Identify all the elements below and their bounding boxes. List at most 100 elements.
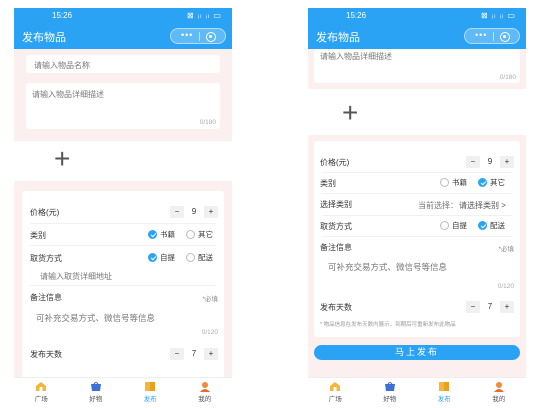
category-option-books[interactable]: 书籍 [440,177,467,187]
radio-checked-icon[interactable] [478,220,487,230]
pickup-option-label: 配送 [490,220,505,230]
status-time: 15:26 [52,11,73,20]
select-category-current: 当前选择： [418,201,458,210]
radio-checked-icon[interactable] [148,229,157,239]
tab-mine[interactable]: 我的 [178,378,233,404]
price-plus-button[interactable]: + [204,206,218,218]
divider [30,285,216,286]
category-option-other[interactable]: 其它 [478,177,505,187]
tab-plaza[interactable]: 广场 [308,378,363,404]
tab-publish[interactable]: 发布 [123,378,178,404]
pickup-option-delivery[interactable]: 配送 [478,220,505,230]
pickup-address-input[interactable]: 请输入取货详细地址 [40,271,112,282]
shop-icon [90,382,101,391]
item-desc-input[interactable]: 请输入物品详细描述 0/180 [314,49,520,83]
category-option-other[interactable]: 其它 [186,229,213,239]
more-icon[interactable]: ••• [181,30,193,40]
select-category-picker[interactable]: 请选择类别 > [459,200,506,211]
item-desc-input[interactable]: 请输入物品详细描述 0/180 [26,83,220,129]
days-minus-button[interactable]: − [466,301,480,313]
tab-plaza[interactable]: 广场 [14,378,69,404]
divider [322,215,512,216]
note-input[interactable]: 可补充交易方式、微信号等信息 [328,261,447,273]
radio-unchecked-icon[interactable] [186,229,195,239]
price-plus-button[interactable]: + [500,156,514,168]
more-icon[interactable]: ••• [475,30,487,40]
days-plus-button[interactable]: + [204,348,218,360]
book-icon [439,382,450,391]
radio-checked-icon[interactable] [478,177,487,187]
category-option-label: 书籍 [452,177,467,187]
shop-icon [384,382,395,391]
miniprogram-capsule[interactable]: ••• [464,28,520,44]
close-target-icon[interactable] [500,32,510,42]
page-title: 发布物品 [22,32,66,44]
home-icon [36,382,47,391]
status-bar: 15:26 ⊠ ᵢₗ ᵢₗ ▭ [14,8,232,23]
days-value[interactable]: 7 [184,348,204,360]
tab-goods[interactable]: 好物 [363,378,418,404]
tab-mine[interactable]: 我的 [472,378,527,404]
profile-icon [199,382,210,392]
note-required-mark: *必填 [498,246,514,253]
category-option-label: 其它 [490,177,505,187]
divider [322,193,512,194]
trade-info-section: 价格(元) − 9 + 类别 书籍 其它 取货方式 自提 配送 请输入取货详细地… [14,181,232,377]
page-title: 发布物品 [316,32,360,44]
pickup-option-self[interactable]: 自提 [440,220,467,230]
publish-notice: * 物品信息在发布天数内展示，到期后可重新发布此物品 [320,322,456,328]
capsule-divider [199,32,200,41]
pickup-option-delivery[interactable]: 配送 [186,252,213,262]
price-value[interactable]: 9 [480,156,500,168]
tab-label: 我的 [492,396,506,403]
note-label: 备注信息 [30,293,62,302]
tab-label: 广场 [328,396,342,403]
add-image-plus-icon[interactable]: + [54,145,70,173]
price-stepper[interactable]: − 9 + [170,206,218,218]
price-stepper[interactable]: − 9 + [466,156,514,168]
miniprogram-capsule[interactable]: ••• [170,28,226,44]
price-label: 价格(元) [30,208,60,217]
form-content[interactable]: 请输入物品名称 请输入物品详细描述 0/180 + 价格(元) − 9 + 类别 [14,49,232,377]
days-label: 发布天数 [320,303,352,312]
tab-bar: 广场 好物 发布 我的 [308,377,526,404]
status-time: 15:26 [346,11,367,20]
status-icons: ⊠ ᵢₗ ᵢₗ ▭ [480,11,516,20]
note-required-mark: *必填 [202,296,218,303]
price-minus-button[interactable]: − [466,156,480,168]
days-minus-button[interactable]: − [170,348,184,360]
note-count: 0/120 [201,329,218,336]
publish-now-button[interactable]: 马上发布 [314,345,520,360]
days-plus-button[interactable]: + [500,301,514,313]
category-option-books[interactable]: 书籍 [148,229,175,239]
add-image-plus-icon[interactable]: + [342,99,358,127]
price-minus-button[interactable]: − [170,206,184,218]
radio-unchecked-icon[interactable] [440,220,449,230]
form-content[interactable]: 请输入物品详细描述 0/180 + 价格(元) − 9 + 类别 书籍 其它 选… [308,49,526,377]
item-name-input[interactable]: 请输入物品名称 [26,55,220,73]
category-option-label: 书籍 [160,229,175,239]
divider [322,172,512,173]
radio-checked-icon[interactable] [148,252,157,262]
note-input[interactable]: 可补充交易方式、微信号等信息 [36,312,155,324]
pickup-option-self[interactable]: 自提 [148,252,175,262]
item-name-placeholder: 请输入物品名称 [34,61,90,70]
price-value[interactable]: 9 [184,206,204,218]
radio-unchecked-icon[interactable] [440,177,449,187]
nav-bar: 发布物品 ••• [14,23,232,49]
trade-form-card: 价格(元) − 9 + 类别 书籍 其它 选择类别 当前选择： 请选择类别 > … [314,141,520,337]
days-value[interactable]: 7 [480,301,500,313]
tab-goods[interactable]: 好物 [69,378,124,404]
days-stepper[interactable]: − 7 + [170,348,218,360]
radio-unchecked-icon[interactable] [186,252,195,262]
trade-info-section: 价格(元) − 9 + 类别 书籍 其它 选择类别 当前选择： 请选择类别 > … [308,135,526,377]
capsule-divider [493,32,494,41]
status-bar: 15:26 ⊠ ᵢₗ ᵢₗ ▭ [308,8,526,23]
tab-label: 好物 [89,396,103,403]
pickup-option-label: 自提 [452,220,467,230]
tab-label: 发布 [143,396,157,403]
close-target-icon[interactable] [206,32,216,42]
days-stepper[interactable]: − 7 + [466,301,514,313]
price-label: 价格(元) [320,158,350,167]
tab-publish[interactable]: 发布 [417,378,472,404]
